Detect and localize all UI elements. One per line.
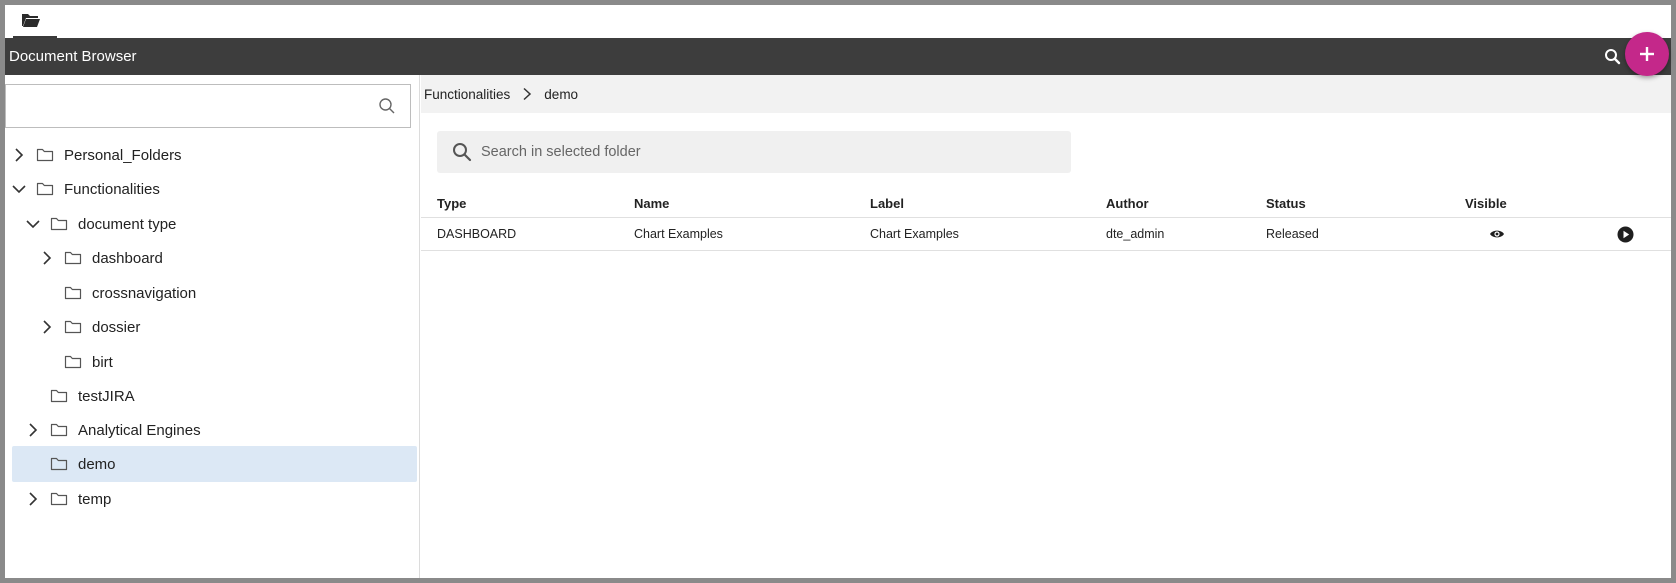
documents-table: Type Name Label Author Status Visible DA… [421, 187, 1671, 251]
cell-status: Released [1266, 227, 1319, 241]
chevron-right-icon [523, 87, 532, 101]
tab-document-browser[interactable] [13, 5, 57, 38]
tree-item-personal-folders[interactable]: Personal_Folders [10, 137, 182, 173]
folder-icon [50, 216, 68, 232]
breadcrumb: Functionalities demo [421, 75, 1671, 113]
tree-item-testjira[interactable]: testJIRA [24, 378, 135, 414]
chevron-right-icon[interactable] [10, 146, 28, 164]
folder-icon [50, 491, 68, 507]
tree-item-label: Personal_Folders [64, 146, 182, 164]
cell-type: DASHBOARD [437, 227, 517, 241]
folder-icon [64, 285, 82, 301]
folder-open-icon [22, 14, 40, 27]
column-header-author[interactable]: Author [1106, 196, 1149, 211]
tree-item-label: Analytical Engines [78, 421, 201, 439]
table-row[interactable]: DASHBOARD Chart Examples Chart Examples … [421, 218, 1671, 251]
column-header-name[interactable]: Name [634, 196, 669, 211]
chevron-right-icon[interactable] [38, 318, 56, 336]
app-bar: Document Browser [5, 38, 1671, 75]
table-header: Type Name Label Author Status Visible [421, 187, 1671, 218]
cell-name: Chart Examples [634, 227, 723, 241]
chevron-right-icon[interactable] [38, 249, 56, 267]
plus-icon [1640, 47, 1654, 61]
folder-icon [50, 422, 68, 438]
tree-item-analytical-engines[interactable]: Analytical Engines [24, 412, 201, 448]
tree-item-dossier[interactable]: dossier [38, 309, 140, 345]
search-icon[interactable] [378, 97, 396, 115]
tree-item-label: demo [78, 455, 116, 473]
search-icon[interactable] [1601, 45, 1625, 69]
column-header-label[interactable]: Label [870, 196, 904, 211]
tree-item-temp[interactable]: temp [24, 481, 111, 517]
tree-item-label: birt [92, 353, 113, 371]
folder-search-box [437, 131, 1071, 173]
tree-item-dashboard[interactable]: dashboard [38, 240, 163, 276]
folder-icon [36, 147, 54, 163]
breadcrumb-item-demo[interactable]: demo [544, 87, 578, 102]
column-header-visible[interactable]: Visible [1465, 196, 1507, 211]
tree-search-box [5, 84, 411, 128]
tree-item-label: dossier [92, 318, 141, 336]
chevron-right-icon[interactable] [24, 421, 42, 439]
tree-item-label: dashboard [92, 249, 163, 267]
chevron-down-icon[interactable] [24, 215, 42, 233]
folder-icon [64, 319, 82, 335]
folder-icon [50, 456, 68, 472]
cell-label: Chart Examples [870, 227, 959, 241]
tab-strip [5, 5, 1671, 38]
tree-item-functionalities[interactable]: Functionalities [10, 171, 160, 207]
chevron-down-icon[interactable] [10, 180, 28, 198]
folder-icon [50, 388, 68, 404]
tree-item-birt[interactable]: birt [38, 344, 113, 380]
app-title: Document Browser [9, 48, 137, 65]
folder-search-input[interactable] [481, 137, 1051, 167]
column-header-status[interactable]: Status [1266, 196, 1306, 211]
tree-item-label: temp [78, 490, 112, 508]
cell-author: dte_admin [1106, 227, 1165, 241]
folder-icon [36, 181, 54, 197]
tree-item-label: Functionalities [64, 180, 160, 198]
tree-item-demo[interactable]: demo [12, 446, 417, 482]
main-panel: Functionalities demo Type Name Label Aut… [421, 75, 1671, 578]
tree-search-input[interactable] [12, 91, 372, 121]
tree-item-crossnavigation[interactable]: crossnavigation [38, 275, 196, 311]
folder-icon [64, 354, 82, 370]
folder-icon [64, 250, 82, 266]
add-document-button[interactable] [1625, 32, 1669, 76]
folder-tree-panel: Personal_Folders Functionalities document … [5, 75, 420, 578]
column-header-type[interactable]: Type [437, 196, 466, 211]
breadcrumb-item-functionalities[interactable]: Functionalities [424, 87, 510, 102]
search-icon [453, 143, 472, 162]
tree-item-document-type[interactable]: document type [24, 206, 176, 242]
eye-icon [1490, 230, 1504, 238]
play-circle-icon[interactable] [1617, 226, 1634, 243]
chevron-right-icon[interactable] [24, 490, 42, 508]
tree-item-label: testJIRA [78, 387, 135, 405]
tree-item-label: document type [78, 215, 177, 233]
tree-item-label: crossnavigation [92, 284, 197, 302]
